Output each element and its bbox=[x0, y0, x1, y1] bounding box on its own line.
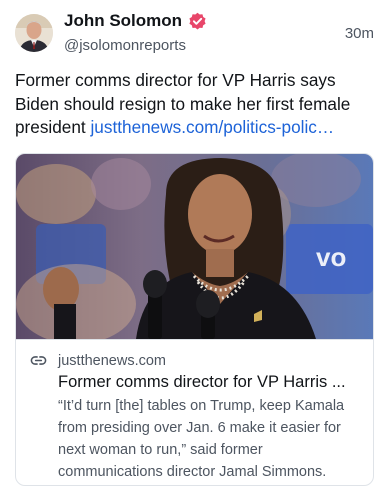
post-time: 30m bbox=[344, 25, 374, 42]
card-title[interactable]: Former comms director for VP Harris ... bbox=[58, 372, 363, 393]
link-preview-card[interactable]: vo justthenews.com Former comms director… bbox=[15, 153, 374, 486]
verified-badge-icon bbox=[188, 12, 207, 31]
post-link[interactable]: justthenews.com/politics-polic… bbox=[90, 117, 334, 137]
card-description: “It’d turn [the] tables on Trump, keep K… bbox=[58, 398, 345, 480]
author-block: John Solomon @jsolomonreports bbox=[64, 10, 207, 54]
post-text: Former comms director for VP Harris says… bbox=[15, 69, 375, 140]
card-meta: justthenews.com Former comms director fo… bbox=[16, 339, 373, 485]
card-image: vo bbox=[16, 154, 373, 339]
card-domain: justthenews.com bbox=[58, 352, 166, 369]
avatar[interactable] bbox=[15, 14, 53, 52]
svg-text:vo: vo bbox=[316, 242, 346, 272]
link-icon bbox=[30, 352, 47, 369]
author-name[interactable]: John Solomon bbox=[64, 11, 182, 31]
post[interactable]: John Solomon @jsolomonreports 30m Former… bbox=[0, 0, 388, 500]
author-handle[interactable]: @jsolomonreports bbox=[64, 37, 207, 54]
